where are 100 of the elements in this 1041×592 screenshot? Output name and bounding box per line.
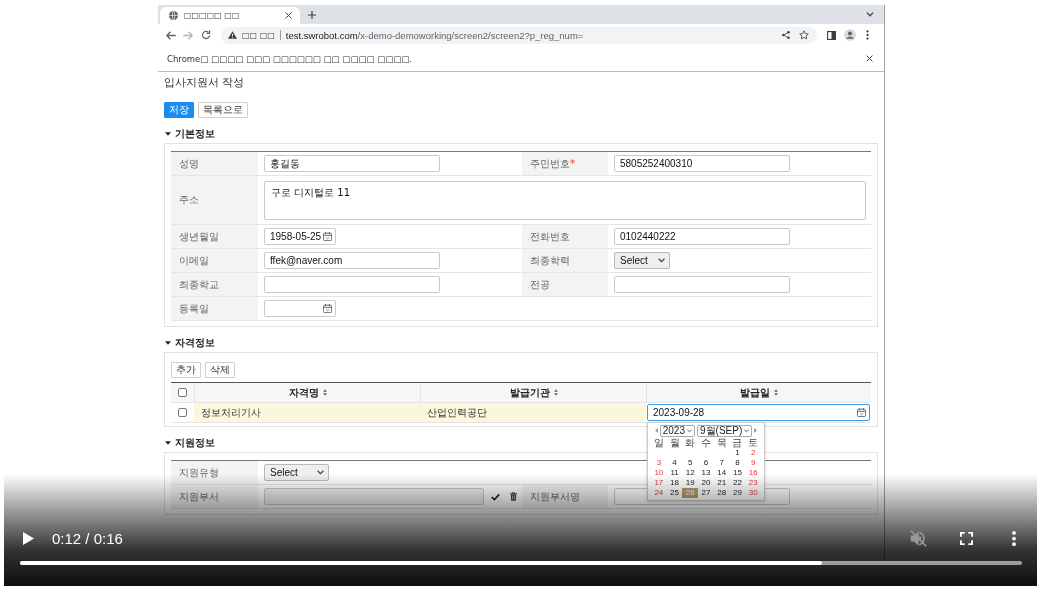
more-vert-icon[interactable]: [1012, 530, 1016, 546]
field-label: 지원유형: [171, 461, 258, 484]
calendar-day[interactable]: 3: [651, 458, 667, 468]
calendar-icon[interactable]: [323, 304, 332, 313]
field-label: 등록일: [171, 297, 258, 320]
caret-down-icon[interactable]: [165, 132, 171, 136]
calendar-icon[interactable]: [323, 232, 332, 241]
text-input[interactable]: ffek@naver.com: [264, 252, 440, 269]
calendar-day[interactable]: 1: [729, 448, 746, 458]
text-input[interactable]: [614, 276, 790, 293]
calendar-day[interactable]: 18: [666, 478, 683, 488]
text-input[interactable]: 5805252400310: [614, 155, 790, 172]
calendar-day[interactable]: 16: [745, 468, 761, 478]
secondary-button[interactable]: 목록으로: [198, 102, 248, 118]
chevron-down-icon: [317, 470, 324, 475]
calendar-day[interactable]: 17: [651, 478, 667, 488]
calendar-day[interactable]: 20: [698, 478, 714, 488]
text-input[interactable]: 0102440222: [614, 228, 790, 245]
table-cell[interactable]: 산업인력공단: [420, 403, 646, 422]
caret-down-icon[interactable]: [165, 441, 171, 445]
star-icon[interactable]: [799, 30, 809, 40]
muted-speaker-icon[interactable]: [910, 529, 927, 547]
calendar-day[interactable]: 13: [698, 468, 714, 478]
warning-icon[interactable]: [228, 31, 237, 39]
column-header[interactable]: 발급일: [646, 383, 871, 402]
check-icon[interactable]: [491, 492, 500, 501]
chevron-down-icon[interactable]: [866, 12, 874, 17]
browser-tab[interactable]: □□□□□ □□: [160, 7, 300, 24]
calendar-day[interactable]: 29: [729, 488, 746, 498]
field-label: 최종학교: [171, 273, 258, 296]
kebab-menu-icon[interactable]: [866, 30, 869, 40]
month-select[interactable]: 9월(SEP): [697, 424, 753, 437]
select-dropdown[interactable]: Select: [614, 252, 670, 269]
security-label: □□ □□: [242, 30, 275, 40]
calendar-day[interactable]: 27: [698, 488, 714, 498]
caret-down-icon[interactable]: [165, 341, 171, 345]
calendar-icon[interactable]: [857, 408, 866, 417]
calendar-day[interactable]: 5: [682, 458, 699, 468]
calendar-day[interactable]: 21: [713, 478, 730, 488]
calendar-day[interactable]: 30: [745, 488, 761, 498]
calendar-day[interactable]: 28: [713, 488, 730, 498]
chevron-down-icon: [744, 428, 750, 433]
calendar-day[interactable]: 24: [651, 488, 667, 498]
text-input[interactable]: 홍길동: [264, 155, 440, 172]
calendar-day[interactable]: 6: [698, 458, 714, 468]
profile-icon[interactable]: [844, 29, 856, 41]
calendar-day[interactable]: 19: [682, 478, 699, 488]
select-dropdown[interactable]: Select: [264, 464, 329, 481]
date-input[interactable]: [264, 300, 336, 317]
text-input[interactable]: [264, 276, 440, 293]
field-label: 지원부서: [171, 485, 258, 508]
calendar-day[interactable]: 23: [745, 478, 761, 488]
sort-icon[interactable]: [322, 389, 327, 396]
date-input[interactable]: 1958-05-25: [264, 228, 336, 245]
sort-icon[interactable]: [774, 389, 778, 396]
column-header[interactable]: 발급기관: [420, 383, 646, 402]
time-display: 0:12 / 0:16: [52, 529, 123, 547]
calendar-day[interactable]: 11: [666, 468, 683, 478]
section-title: 기본정보: [175, 127, 215, 141]
calendar-day[interactable]: 14: [713, 468, 730, 478]
calendar-day[interactable]: 22: [729, 478, 746, 488]
calendar-day[interactable]: 25: [666, 488, 683, 498]
share-icon[interactable]: [782, 31, 790, 39]
weekday-label: 토: [747, 437, 760, 448]
calendar-day[interactable]: 12: [682, 468, 699, 478]
checkbox[interactable]: [178, 408, 187, 417]
calendar-day[interactable]: 7: [713, 458, 730, 468]
calendar-day[interactable]: 9: [745, 458, 761, 468]
close-icon[interactable]: [866, 55, 873, 62]
sort-icon[interactable]: [553, 389, 558, 396]
table-action-button[interactable]: 추가: [171, 362, 201, 378]
progress-track[interactable]: [20, 561, 1022, 565]
column-header[interactable]: 자격명: [194, 383, 420, 402]
right-triangle-icon[interactable]: [754, 428, 758, 433]
url-text: test.swrobot.com/x-demo-demoworking/screen2/screen2?p_reg_num=: [285, 29, 584, 41]
field-label: 이메일: [171, 249, 258, 272]
weekday-label: 목: [715, 437, 728, 448]
address-bar[interactable]: □□ □□ test.swrobot.com/x-demo-demoworking/screen2/screen2?p_reg_num=: [221, 26, 817, 44]
field-label: 최종학력: [522, 249, 608, 272]
calendar-day[interactable]: 10: [651, 468, 667, 478]
table-action-button[interactable]: 삭제: [205, 362, 235, 378]
plus-icon[interactable]: [308, 10, 316, 19]
year-select[interactable]: 2023: [659, 424, 695, 437]
trash-icon[interactable]: [510, 492, 517, 501]
calendar-day[interactable]: 15: [729, 468, 746, 478]
checkbox[interactable]: [178, 388, 187, 397]
close-icon[interactable]: [285, 12, 292, 19]
play-icon[interactable]: [23, 531, 34, 545]
side-panel-icon[interactable]: [827, 30, 836, 40]
calendar-day[interactable]: 4: [666, 458, 683, 468]
calendar-day[interactable]: 8: [729, 458, 746, 468]
page-title: 입사지원서 작성: [164, 76, 246, 90]
calendar-day[interactable]: 2: [745, 448, 761, 458]
fullscreen-icon[interactable]: [960, 531, 973, 545]
table-cell[interactable]: 정보처리기사: [194, 403, 420, 422]
back-arrow-icon[interactable]: [165, 30, 176, 40]
text-area[interactable]: 구로 디지털로 11: [264, 180, 866, 220]
left-triangle-icon[interactable]: [654, 428, 658, 433]
reload-icon[interactable]: [201, 30, 211, 40]
date-input[interactable]: 2023-09-28: [647, 404, 870, 421]
